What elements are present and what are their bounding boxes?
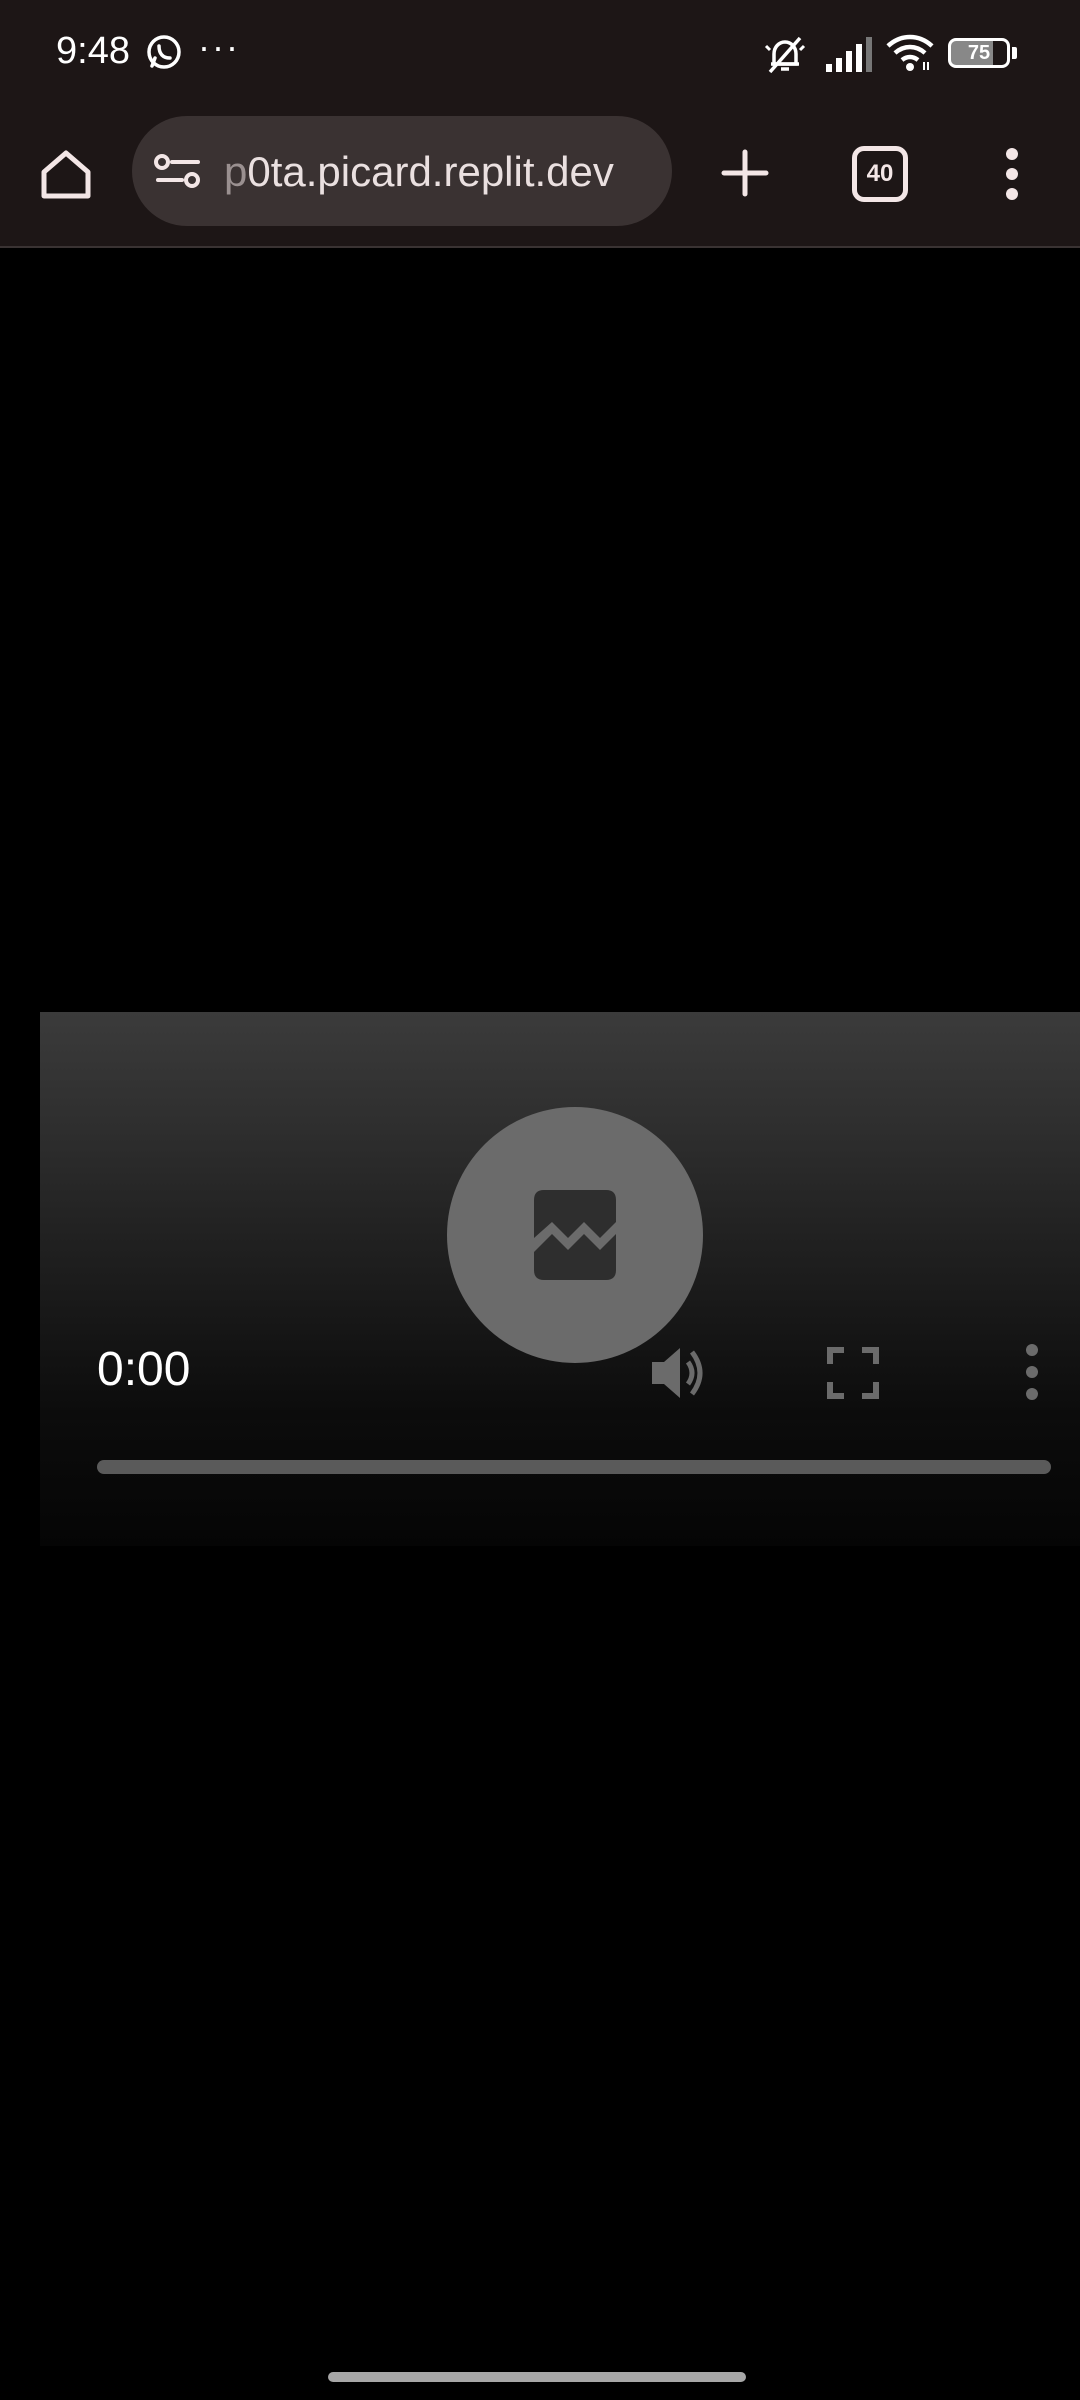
status-time: 9:48 — [56, 30, 130, 72]
address-bar[interactable]: p0ta.picard.replit.dev — [132, 116, 672, 226]
url-faded-part: p — [224, 148, 248, 195]
mute-icon — [764, 36, 806, 74]
video-progress-bar[interactable] — [97, 1460, 1051, 1474]
battery-tip — [1012, 47, 1017, 59]
gesture-navigation-bar[interactable] — [328, 2372, 746, 2382]
battery-level: 75 — [948, 38, 1010, 68]
video-more-vert-icon[interactable] — [1018, 1342, 1046, 1402]
video-player[interactable]: 0:00 — [40, 1012, 1080, 1546]
battery-icon: 75 — [948, 38, 1018, 68]
plus-icon — [721, 149, 769, 197]
home-button[interactable] — [30, 138, 102, 210]
url-text[interactable]: p0ta.picard.replit.dev — [224, 148, 614, 196]
broken-image-icon — [534, 1190, 616, 1280]
volume-icon[interactable] — [646, 1340, 712, 1406]
whatsapp-icon — [147, 35, 181, 69]
tab-count: 40 — [866, 160, 894, 187]
status-bar: 9:48 ··· 75 — [0, 0, 1080, 108]
signal-icon — [826, 37, 872, 72]
wifi-icon — [886, 34, 934, 71]
url-main-part: 0ta.picard.replit.dev — [247, 148, 614, 195]
more-vert-icon — [1006, 148, 1018, 200]
browser-toolbar: p0ta.picard.replit.dev 40 — [0, 108, 1080, 248]
video-error-overlay[interactable] — [447, 1107, 703, 1363]
fullscreen-icon[interactable] — [824, 1344, 882, 1402]
new-tab-button[interactable] — [710, 138, 780, 208]
notification-more-icon: ··· — [198, 26, 240, 67]
browser-menu-button[interactable] — [988, 138, 1036, 210]
home-icon — [41, 150, 91, 199]
current-time: 0:00 — [97, 1343, 191, 1396]
site-settings-icon[interactable] — [152, 146, 204, 198]
tab-switcher-button[interactable]: 40 — [852, 146, 908, 202]
